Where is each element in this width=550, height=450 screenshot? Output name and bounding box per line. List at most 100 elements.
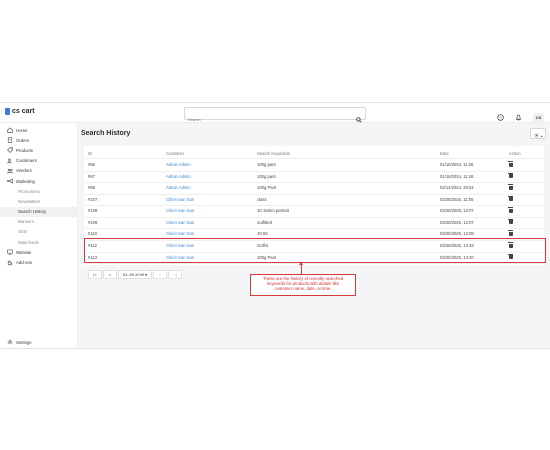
header-id[interactable]: ID	[88, 149, 92, 158]
table-header: ID Customer Search Keywords Date Action	[84, 149, 544, 159]
users-icon	[7, 158, 13, 164]
main-content: Search History ID Customer Search Keywor…	[78, 123, 550, 348]
megaphone-icon	[7, 178, 13, 184]
logo-text: cs cart	[12, 108, 35, 115]
orders-icon	[7, 137, 13, 143]
sidebar-item-label: Products	[16, 147, 33, 153]
row-date: 03/25/2025, 11:05	[440, 196, 474, 202]
next-page-button[interactable]: >	[153, 270, 167, 279]
puzzle-icon	[7, 260, 13, 266]
row-date: 01/15/2024, 11:26	[440, 173, 474, 179]
row-id: #107	[88, 196, 98, 202]
row-keywords: 10-15mm portrait	[257, 208, 289, 214]
top-bar: cs cart ? CS	[0, 103, 550, 124]
page-range-select[interactable]: 51–59 of 59 ▾	[118, 270, 152, 279]
row-keywords: class	[257, 196, 267, 202]
row-customer-link[interactable]: Chien San San	[166, 194, 194, 206]
row-keywords: outfitted	[257, 219, 272, 225]
sidebar-item-settings[interactable]: Settings	[7, 339, 32, 345]
trash-icon[interactable]	[508, 242, 513, 248]
trash-icon[interactable]	[508, 253, 513, 260]
row-action	[508, 217, 513, 229]
sidebar-item-data-feeds[interactable]: Data feeds	[0, 237, 77, 247]
header-customer[interactable]: Customer	[166, 149, 184, 158]
sidebar-item-label: Website	[16, 249, 32, 255]
sidebar-item-label: Banners	[18, 219, 35, 225]
trash-icon[interactable]	[508, 218, 513, 225]
row-customer-link[interactable]: Admin Admin	[166, 182, 191, 194]
row-date: 03/25/2025, 12:08	[440, 231, 474, 237]
sidebar-item-banners[interactable]: Banners	[0, 217, 77, 227]
row-customer-link[interactable]: Admin Admin	[166, 159, 191, 171]
sidebar-item-products[interactable]: Products	[0, 145, 77, 155]
sidebar-item-label: Customers	[16, 158, 37, 164]
row-action	[508, 194, 513, 206]
row-customer-link[interactable]: Chien San San	[166, 205, 194, 217]
sidebar-item-newsletters[interactable]: Newsletters	[0, 196, 77, 206]
sidebar-item-label: Marketing	[16, 178, 35, 184]
settings-dropdown-button[interactable]	[530, 128, 546, 139]
tag-icon	[7, 147, 13, 154]
sidebar-item-vendors[interactable]: Vendors	[0, 166, 77, 176]
sidebar-item-orders[interactable]: Orders	[0, 135, 77, 145]
row-customer-link[interactable]: Chien San San	[166, 217, 194, 229]
row-id: #109	[88, 219, 98, 225]
sidebar-item-customers[interactable]: Customers	[0, 156, 77, 166]
row-keywords: 100g Pant	[257, 185, 277, 191]
row-customer-link[interactable]: Chien San San	[166, 240, 194, 252]
prev-page-button[interactable]: <	[103, 270, 117, 279]
row-customer-link[interactable]: Chien San San	[166, 252, 194, 264]
app-window: cs cart ? CS Home Orders	[0, 102, 550, 349]
row-keywords: Golfrs	[257, 243, 269, 249]
search-box	[184, 107, 366, 124]
gear-icon	[534, 125, 539, 143]
last-page-button[interactable]: >|	[168, 270, 182, 279]
row-id: #108	[88, 208, 98, 214]
row-date: 03/25/2025, 13:40	[440, 254, 474, 260]
sidebar-item-add-ons[interactable]: Add-ons	[0, 257, 77, 267]
page-title: Search History	[81, 130, 131, 137]
row-id: #67	[88, 173, 95, 179]
row-customer-link[interactable]: Admin Admin	[166, 171, 191, 183]
row-date: 03/25/2025, 12:07	[440, 208, 474, 214]
row-customer-link[interactable]: Chien San San	[166, 228, 194, 240]
trash-icon[interactable]	[508, 161, 513, 167]
trash-icon[interactable]	[508, 230, 513, 236]
sidebar: Home Orders Products Customers Vendors M…	[0, 123, 78, 348]
row-keywords: 10-55	[257, 231, 268, 237]
sidebar-item-marketing[interactable]: Marketing	[0, 176, 77, 186]
callout-line	[301, 263, 302, 274]
row-id: #68	[88, 185, 95, 191]
logo[interactable]: cs cart	[5, 108, 35, 115]
sidebar-item-seo[interactable]: SEO	[0, 227, 77, 237]
trash-icon[interactable]	[508, 184, 513, 190]
sidebar-item-search-history[interactable]: Search History	[0, 206, 77, 217]
sidebar-item-label: Newsletters	[18, 198, 41, 204]
header-action: Action	[509, 151, 521, 156]
row-keywords: 100g Pant	[257, 254, 277, 260]
row-keywords: 100g pant	[257, 162, 276, 168]
table-row: #110 Chien San San 10-55 03/25/2025, 12:…	[84, 228, 544, 241]
gear-icon	[7, 339, 13, 345]
sidebar-item-website[interactable]: Website	[0, 247, 77, 257]
logo-icon	[5, 108, 10, 115]
avatar[interactable]: CS	[533, 112, 544, 122]
svg-text:?: ?	[500, 116, 502, 120]
sidebar-item-label: Data feeds	[18, 239, 39, 245]
sidebar-item-label: Home	[16, 127, 28, 133]
trash-icon[interactable]	[508, 207, 513, 213]
row-date: 03/25/2025, 12:07	[440, 219, 474, 225]
header-date[interactable]: Date	[440, 149, 449, 158]
row-keywords: 100g pant	[257, 173, 276, 179]
trash-icon[interactable]	[508, 195, 513, 202]
row-action	[508, 228, 513, 240]
sidebar-item-home[interactable]: Home	[0, 125, 77, 135]
sidebar-item-label: Search History	[18, 209, 47, 215]
monitor-icon	[7, 249, 13, 256]
sidebar-item-promotions[interactable]: Promotions	[0, 186, 77, 196]
row-action	[508, 182, 513, 194]
first-page-button[interactable]: |<	[88, 270, 102, 279]
trash-icon[interactable]	[508, 172, 513, 179]
header-keywords[interactable]: Search Keywords	[257, 149, 290, 158]
row-id: #112	[88, 243, 98, 249]
